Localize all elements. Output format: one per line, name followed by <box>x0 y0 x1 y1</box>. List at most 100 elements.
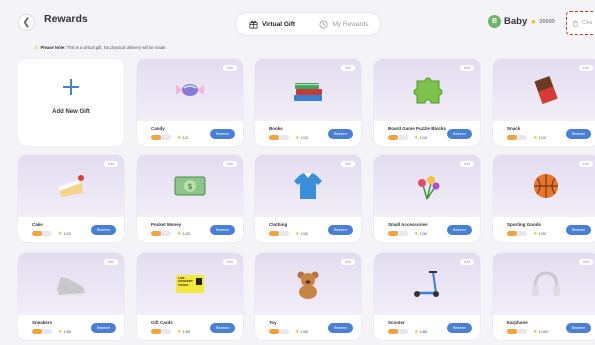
edit-button[interactable]: Edit <box>578 161 593 167</box>
edit-button[interactable]: Edit <box>340 161 355 167</box>
star-icon: ★ <box>58 329 63 335</box>
price-value: 1/20 <box>63 231 72 236</box>
price-value: 1/15 <box>419 135 428 140</box>
redeem-button[interactable]: Redeem <box>447 129 472 139</box>
redeem-button[interactable]: Redeem <box>447 323 472 333</box>
price-value: 1/20 <box>182 231 191 236</box>
gift-name: Snack <box>507 126 521 131</box>
back-button[interactable]: ❮ <box>18 14 35 31</box>
redeem-button[interactable]: Redeem <box>328 323 353 333</box>
gift-name: Board Game Puzzle Blocks <box>388 126 447 131</box>
basketball-icon <box>526 171 566 201</box>
edit-button[interactable]: Edit <box>222 259 237 265</box>
progress-fill <box>388 329 398 334</box>
money-icon: $ <box>170 171 210 201</box>
redeem-button[interactable]: Redeem <box>210 225 235 235</box>
star-icon: ★ <box>533 329 538 335</box>
edit-button[interactable]: Edit <box>459 259 474 265</box>
books-icon <box>288 75 328 105</box>
gift-card-clothing: Edit Clothing ★1/30 Redeem <box>255 155 361 242</box>
progress-bar <box>32 231 52 236</box>
edit-button[interactable]: Edit <box>340 259 355 265</box>
redeem-button[interactable]: Redeem <box>328 129 353 139</box>
edit-button[interactable]: Edit <box>103 259 118 265</box>
gift-card-cake: Edit Cake ★1/20 Redeem <box>18 155 124 242</box>
chevron-left-icon: ❮ <box>22 17 31 28</box>
gift-name: Clothing <box>269 222 288 227</box>
gift-price: ★1/30 <box>533 231 546 237</box>
note-prefix: Please Note: <box>40 45 66 50</box>
redeem-button[interactable]: Redeem <box>566 225 591 235</box>
progress-fill <box>507 329 517 334</box>
progress-fill <box>151 135 161 140</box>
gift-price: ★1/20 <box>177 231 190 237</box>
redeem-button[interactable]: Redeem <box>210 129 235 139</box>
gift-price: ★1/50 <box>58 329 71 335</box>
edit-button[interactable]: Edit <box>578 65 593 71</box>
gift-name: Small Accessories <box>388 222 428 227</box>
progress-fill <box>269 135 279 140</box>
edit-button[interactable]: Edit <box>103 161 118 167</box>
note-text: This is a virtual gift. No physical deli… <box>65 45 167 50</box>
redeem-button[interactable]: Redeem <box>566 323 591 333</box>
gift-card-small-accessories: Edit Small Accessories ★1/30 Redeem <box>374 155 480 242</box>
tab-bar: Virtual Gift My Rewards <box>236 13 380 35</box>
star-icon: ★ <box>295 329 300 335</box>
gift-price: ★1/10 <box>295 135 308 141</box>
svg-text:$: $ <box>187 182 192 191</box>
scooter-icon <box>407 269 447 299</box>
edit-button[interactable]: Edit <box>459 161 474 167</box>
virtual-gift-note: ⚠ Please Note: This is a virtual gift. No… <box>34 45 167 51</box>
redeem-button[interactable]: Redeem <box>566 129 591 139</box>
clock-icon <box>319 19 328 29</box>
warning-icon: ⚠ <box>34 45 39 51</box>
gift-name: Scooter <box>388 320 405 325</box>
edit-button[interactable]: Edit <box>222 161 237 167</box>
tab-virtual-gift[interactable]: Virtual Gift <box>236 13 308 35</box>
progress-fill <box>269 329 279 334</box>
edit-button[interactable]: Edit <box>578 259 593 265</box>
plus-icon <box>63 79 79 95</box>
star-icon: ★ <box>177 231 182 237</box>
progress-bar <box>269 329 289 334</box>
edit-button[interactable]: Edit <box>459 65 474 71</box>
gift-name: Cake <box>32 222 43 227</box>
gift-price: ★1/80 <box>414 329 427 335</box>
edit-button[interactable]: Edit <box>222 65 237 71</box>
gift-price: ★1/30 <box>414 231 427 237</box>
gift-card-candy: Edit Candy ★1/2 Redeem <box>137 59 243 146</box>
edit-button[interactable]: Edit <box>340 65 355 71</box>
price-value: 1/10 <box>300 135 309 140</box>
redeem-button[interactable]: Redeem <box>447 225 472 235</box>
progress-bar <box>507 329 527 334</box>
shirt-icon <box>288 171 328 201</box>
progress-fill <box>388 135 398 140</box>
redeem-button[interactable]: Redeem <box>328 225 353 235</box>
gift-card-earphone: Edit Earphone ★1/100 Redeem <box>493 253 595 340</box>
tab-my-rewards[interactable]: My Rewards <box>308 13 380 35</box>
price-value: 1/50 <box>300 329 309 334</box>
chocolate-icon <box>526 75 566 105</box>
progress-fill <box>151 231 161 236</box>
progress-bar <box>32 329 52 334</box>
redeem-button[interactable]: Redeem <box>91 323 116 333</box>
ticket-icon: LIVE CONCERT TICKET <box>170 269 210 299</box>
star-icon: ★ <box>58 231 63 237</box>
price-value: 1/50 <box>182 329 191 334</box>
flowers-icon <box>407 171 447 201</box>
gift-card-pocket-money: $ Edit Pocket Money ★1/20 Redeem <box>137 155 243 242</box>
gift-card-scooter: Edit Scooter ★1/80 Redeem <box>374 253 480 340</box>
gift-card-sneakers: Edit Sneakers ★1/50 Redeem <box>18 253 124 340</box>
gift-price: ★1/2 <box>177 135 188 141</box>
progress-bar <box>507 135 527 140</box>
price-value: 1/30 <box>538 231 547 236</box>
trash-icon <box>573 20 578 27</box>
tab-label: Virtual Gift <box>261 20 296 28</box>
clear-button[interactable]: Clea <box>566 11 595 35</box>
gift-price: ★1/15 <box>414 135 427 141</box>
redeem-button[interactable]: Redeem <box>91 225 116 235</box>
gift-name: Sporting Goods <box>507 222 541 227</box>
redeem-button[interactable]: Redeem <box>210 323 235 333</box>
add-new-gift-card[interactable]: Add New Gift <box>18 59 124 146</box>
progress-fill <box>388 231 398 236</box>
